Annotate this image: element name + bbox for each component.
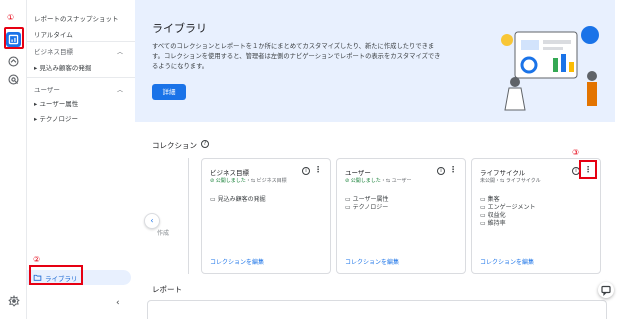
- card-source: ビジネス目標: [256, 178, 287, 184]
- nav-item-label: 見込み顧客の発掘: [39, 64, 92, 72]
- list-item: ▭ テクノロジー: [345, 204, 388, 212]
- card-separator: ・: [380, 178, 386, 184]
- nav-section-business[interactable]: ビジネス目標: [34, 46, 73, 56]
- page-title: ライブラリ: [152, 22, 207, 35]
- annotation-1-label: ①: [7, 13, 15, 22]
- scroll-left-button[interactable]: ‹: [144, 213, 160, 229]
- card-status: ⊘ 公開しました・⇆ ユーザー: [345, 178, 412, 184]
- nav-item-label: テクノロジー: [39, 115, 78, 123]
- list-item-label: 集客: [487, 196, 500, 203]
- nav-item-snapshot[interactable]: レポートのスナップショット: [34, 13, 119, 23]
- annotation-box-1: [4, 27, 24, 49]
- card-report-list: ▭ 見込み顧客の発掘: [210, 196, 266, 204]
- list-item-label: 維持率: [487, 220, 506, 227]
- analytics-library-page: ① レポートのスナップショット リアルタイム ビジネス目標 ︿ ▸ 見込み顧客の…: [0, 0, 623, 319]
- card-source: ユーザー: [391, 178, 412, 184]
- list-item-label: 見込み顧客の発掘: [217, 196, 266, 203]
- folder-icon: ▭: [480, 204, 486, 211]
- reports-table-header: [147, 300, 607, 319]
- check-circle-icon: ⊘: [210, 178, 215, 184]
- card-report-list: ▭ 集客 ▭ エンゲージメント ▭ 収益化 ▭ 維持率: [480, 196, 535, 228]
- list-item-label: 収益化: [487, 212, 506, 219]
- list-item: ▭ 見込み顧客の発掘: [210, 196, 266, 204]
- card-status-text: 未公開: [480, 178, 496, 184]
- folder-icon: ▭: [480, 220, 486, 227]
- collapse-nav-button[interactable]: ‹: [116, 298, 120, 308]
- info-icon[interactable]: i: [437, 167, 445, 175]
- folder-icon: ▭: [480, 196, 486, 203]
- list-item: ▭ 収益化: [480, 212, 535, 220]
- folder-icon: ▭: [345, 204, 351, 211]
- annotation-box-3: [579, 160, 597, 179]
- feedback-button[interactable]: [598, 282, 614, 298]
- info-icon[interactable]: i: [302, 167, 310, 175]
- card-status-text: 公開しました: [350, 178, 381, 184]
- folder-icon: ▭: [210, 196, 216, 203]
- collection-card[interactable]: ユーザー ⊘ 公開しました・⇆ ユーザー i ⋮ ▭ ユーザー属性 ▭ テクノロ…: [336, 158, 466, 274]
- collections-title: コレクション: [152, 141, 197, 150]
- list-item: ▭ 維持率: [480, 220, 535, 228]
- card-separator: ・: [245, 178, 251, 184]
- folder-icon: ▭: [480, 212, 486, 219]
- advertising-icon[interactable]: [6, 72, 21, 87]
- icon-rail: ①: [0, 0, 27, 319]
- library-hero: ライブラリ すべてのコレクションとレポートを１か所にまとめてカスタマイズしたり、…: [135, 0, 615, 122]
- card-title: ライフサイクル: [480, 169, 526, 177]
- nav-divider: [27, 41, 135, 42]
- folder-icon: ▭: [345, 196, 351, 203]
- more-vert-icon[interactable]: ⋮: [449, 165, 457, 175]
- hero-description: すべてのコレクションとレポートを１か所にまとめてカスタマイズしたり、新たに作成し…: [152, 43, 441, 70]
- edit-collection-link[interactable]: コレクションを編集: [480, 257, 534, 266]
- card-status-text: 公開しました: [215, 178, 246, 184]
- nav-item-realtime[interactable]: リアルタイム: [34, 29, 73, 39]
- list-item-label: ユーザー属性: [352, 196, 389, 203]
- explore-icon[interactable]: [6, 54, 21, 69]
- main-content: ライブラリ すべてのコレクションとレポートを１か所にまとめてカスタマイズしたり、…: [135, 0, 623, 319]
- card-status: 未公開・⇆ ライフサイクル: [480, 178, 541, 184]
- list-item-label: エンゲージメント: [487, 204, 536, 211]
- list-item-label: テクノロジー: [352, 204, 389, 211]
- more-vert-icon[interactable]: ⋮: [314, 165, 322, 175]
- nav-item-technology[interactable]: ▸ テクノロジー: [34, 113, 78, 123]
- annotation-2-label: ②: [33, 255, 41, 264]
- reports-title: レポート: [152, 285, 182, 294]
- collection-card[interactable]: ビジネス目標 ⊘ 公開しました・⇆ ビジネス目標 i ⋮ ▭ 見込み顧客の発掘 …: [201, 158, 331, 274]
- edit-collection-link[interactable]: コレクションを編集: [210, 257, 264, 266]
- card-report-list: ▭ ユーザー属性 ▭ テクノロジー: [345, 196, 388, 212]
- chevron-up-icon[interactable]: ︿: [117, 47, 123, 56]
- list-item: ▭ エンゲージメント: [480, 204, 535, 212]
- nav-item-demographics[interactable]: ▸ ユーザー属性: [34, 98, 78, 108]
- nav-divider: [27, 77, 135, 78]
- check-circle-icon: ⊘: [345, 178, 350, 184]
- annotation-3-label: ③: [572, 148, 580, 157]
- card-source: ライフサイクル: [505, 178, 541, 184]
- nav-item-lead-generation[interactable]: ▸ 見込み顧客の発掘: [34, 62, 91, 72]
- nav-item-label: ユーザー属性: [39, 100, 79, 108]
- card-title: ユーザー: [345, 169, 371, 177]
- annotation-box-2: [29, 265, 83, 285]
- nav-section-user[interactable]: ユーザー: [34, 84, 60, 94]
- settings-icon[interactable]: [8, 292, 20, 307]
- card-status: ⊘ 公開しました・⇆ ビジネス目標: [210, 178, 287, 184]
- chat-icon: [601, 285, 611, 296]
- chevron-up-icon[interactable]: ︿: [117, 85, 123, 94]
- card-title: ビジネス目標: [210, 169, 249, 177]
- help-icon[interactable]: ?: [201, 140, 209, 148]
- list-item: ▭ 集客: [480, 196, 535, 204]
- card-separator: ・: [495, 178, 501, 184]
- library-illustration: [501, 26, 599, 111]
- learn-more-button[interactable]: 詳細: [152, 84, 186, 100]
- partial-card-label: 作成: [157, 230, 170, 237]
- edit-collection-link[interactable]: コレクションを編集: [345, 257, 399, 266]
- list-item: ▭ ユーザー属性: [345, 196, 388, 204]
